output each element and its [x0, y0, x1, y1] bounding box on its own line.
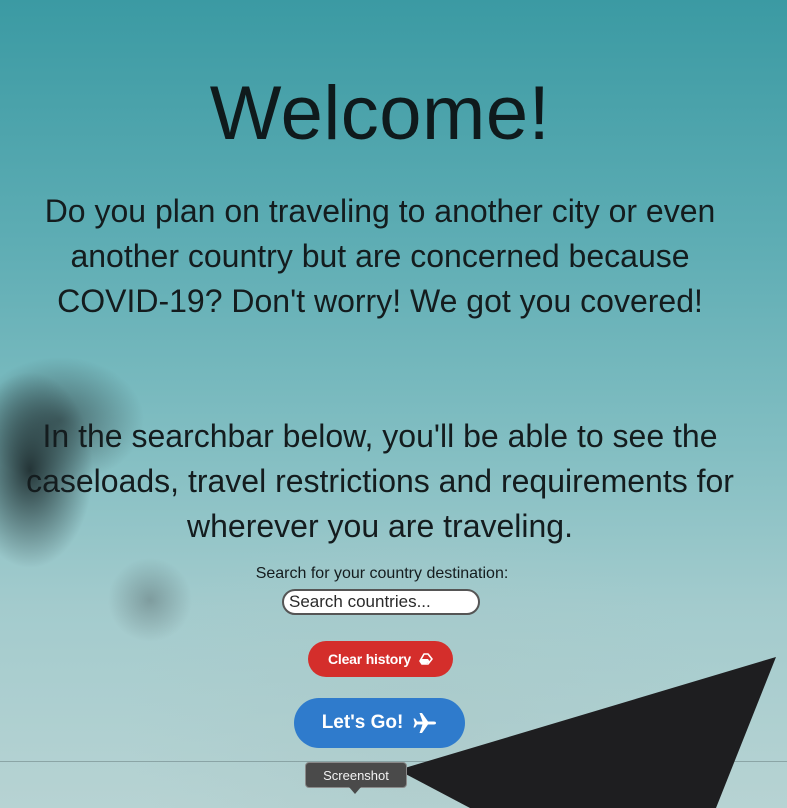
- instructions-paragraph: In the searchbar below, you'll be able t…: [26, 418, 734, 544]
- intro-paragraph: Do you plan on traveling to another city…: [44, 193, 716, 319]
- lets-go-button[interactable]: Let's Go!: [294, 698, 465, 748]
- tooltip-arrow: [349, 787, 361, 794]
- screenshot-tooltip: Screenshot: [305, 762, 407, 788]
- airplane-icon: [413, 712, 437, 734]
- clear-history-button[interactable]: Clear history: [308, 641, 453, 677]
- search-input[interactable]: [282, 589, 480, 615]
- clear-history-label: Clear history: [328, 651, 411, 667]
- search-label: Search for your country destination:: [255, 565, 509, 582]
- page-title: Welcome!: [209, 71, 551, 156]
- eraser-icon: [419, 653, 433, 665]
- lets-go-label: Let's Go!: [321, 712, 404, 733]
